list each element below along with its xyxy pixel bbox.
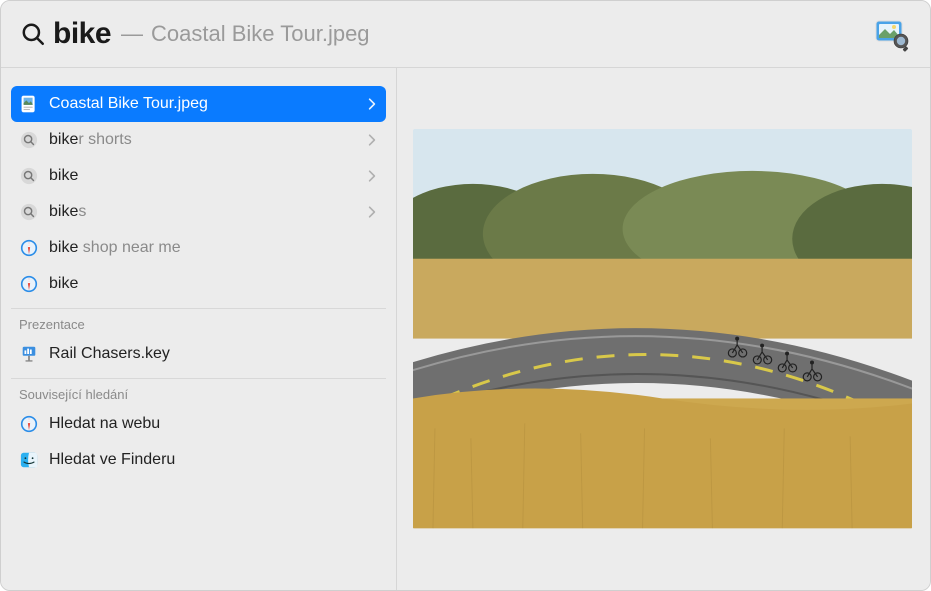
spotlight-window: bike — Coastal Bike Tour.jpeg Coastal Bi…: [0, 0, 931, 591]
content-body: Coastal Bike Tour.jpeg biker shorts bike…: [1, 68, 930, 590]
result-label: biker shorts: [49, 131, 368, 149]
safari-icon: [19, 238, 39, 258]
search-separator: —: [121, 21, 143, 47]
result-label: Hledat na webu: [49, 415, 376, 433]
preview-app-icon: [874, 15, 912, 53]
search-suggest-icon: [19, 130, 39, 150]
chevron-right-icon: [368, 134, 376, 146]
result-label: bike: [49, 275, 376, 293]
section-header: Související hledání: [11, 378, 386, 406]
result-row[interactable]: biker shorts: [11, 122, 386, 158]
preview-pane: [397, 68, 930, 590]
jpeg-icon: [19, 94, 39, 114]
result-label: Hledat ve Finderu: [49, 451, 376, 469]
keynote-icon: [19, 344, 39, 364]
search-icon: [19, 20, 47, 48]
safari-icon: [19, 274, 39, 294]
search-bar: bike — Coastal Bike Tour.jpeg: [1, 1, 930, 68]
result-row[interactable]: Hledat na webu: [11, 406, 386, 442]
result-row[interactable]: bike: [11, 266, 386, 302]
search-suggest-icon: [19, 202, 39, 222]
result-label: bikes: [49, 203, 368, 221]
finder-icon: [19, 450, 39, 470]
results-sidebar: Coastal Bike Tour.jpeg biker shorts bike…: [1, 68, 397, 590]
preview-image: [413, 129, 912, 528]
search-input[interactable]: bike: [53, 17, 111, 51]
section-header: Prezentace: [11, 308, 386, 336]
result-row[interactable]: bike: [11, 158, 386, 194]
result-row[interactable]: Hledat ve Finderu: [11, 442, 386, 478]
search-completion: Coastal Bike Tour.jpeg: [151, 21, 370, 47]
result-row[interactable]: bikes: [11, 194, 386, 230]
result-row[interactable]: Rail Chasers.key: [11, 336, 386, 372]
result-label: Coastal Bike Tour.jpeg: [49, 95, 368, 113]
chevron-right-icon: [368, 170, 376, 182]
result-row[interactable]: Coastal Bike Tour.jpeg: [11, 86, 386, 122]
result-label: bike shop near me: [49, 239, 376, 257]
result-label: Rail Chasers.key: [49, 345, 376, 363]
search-suggest-icon: [19, 166, 39, 186]
result-row[interactable]: bike shop near me: [11, 230, 386, 266]
chevron-right-icon: [368, 206, 376, 218]
chevron-right-icon: [368, 98, 376, 110]
safari-icon: [19, 414, 39, 434]
result-label: bike: [49, 167, 368, 185]
